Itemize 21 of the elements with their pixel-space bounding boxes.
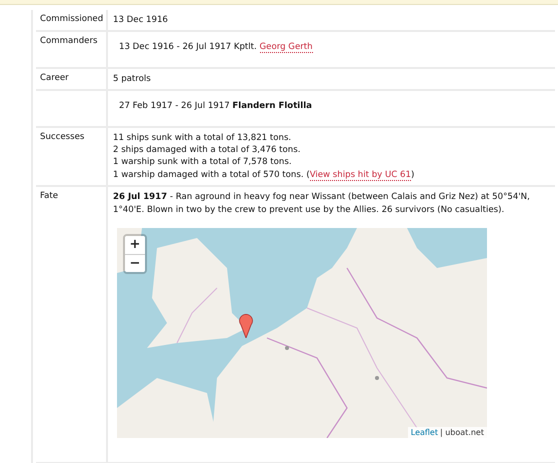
value-text: 1 warship sunk with a total of 7,578 tons.: [113, 156, 293, 169]
value-text: 26 Jul 1917 - Ran aground in heavy fog near Wissant (between Calais and Griz Nez) at 50°54'N, 1°40'E. Blown in two by the crew to prevent use by the Allies. 26 survivors (No casualties).: [113, 191, 531, 216]
row-label: Successes: [40, 132, 84, 142]
leaflet-link[interactable]: Leaflet: [410, 427, 438, 438]
value-text: 1 warship damaged with a total of 570 tons. (View ships hit by UC 61): [113, 168, 416, 182]
row-label: Fate: [40, 191, 58, 202]
value-text: 5 patrols: [113, 72, 152, 86]
map-marker-icon[interactable]: [239, 314, 253, 338]
attribution-text: | uboat.net: [440, 427, 484, 438]
value-text: 11 ships sunk with a total of 13,821 tons.: [113, 132, 292, 144]
value-text: 27 Feb 1917 - 26 Jul 1917 Flandern Flotilla: [119, 100, 313, 113]
value-text: 13 Dec 1916 - 26 Jul 1917 Kptlt. Georg Gerth: [119, 41, 314, 54]
zoom-in-button[interactable]: +: [125, 236, 145, 254]
value-text: 2 ships damaged with a total of 3,476 tons.: [113, 144, 302, 156]
row-label: Commissioned: [40, 14, 104, 24]
row-label: Commanders: [40, 36, 98, 46]
zoom-out-button[interactable]: −: [125, 254, 145, 272]
value-text: 13 Dec 1916: [113, 14, 169, 26]
text-link[interactable]: Georg Gerth: [260, 42, 313, 54]
text-link[interactable]: View ships hit by UC 61: [310, 170, 411, 181]
row-label: Career: [40, 72, 69, 83]
